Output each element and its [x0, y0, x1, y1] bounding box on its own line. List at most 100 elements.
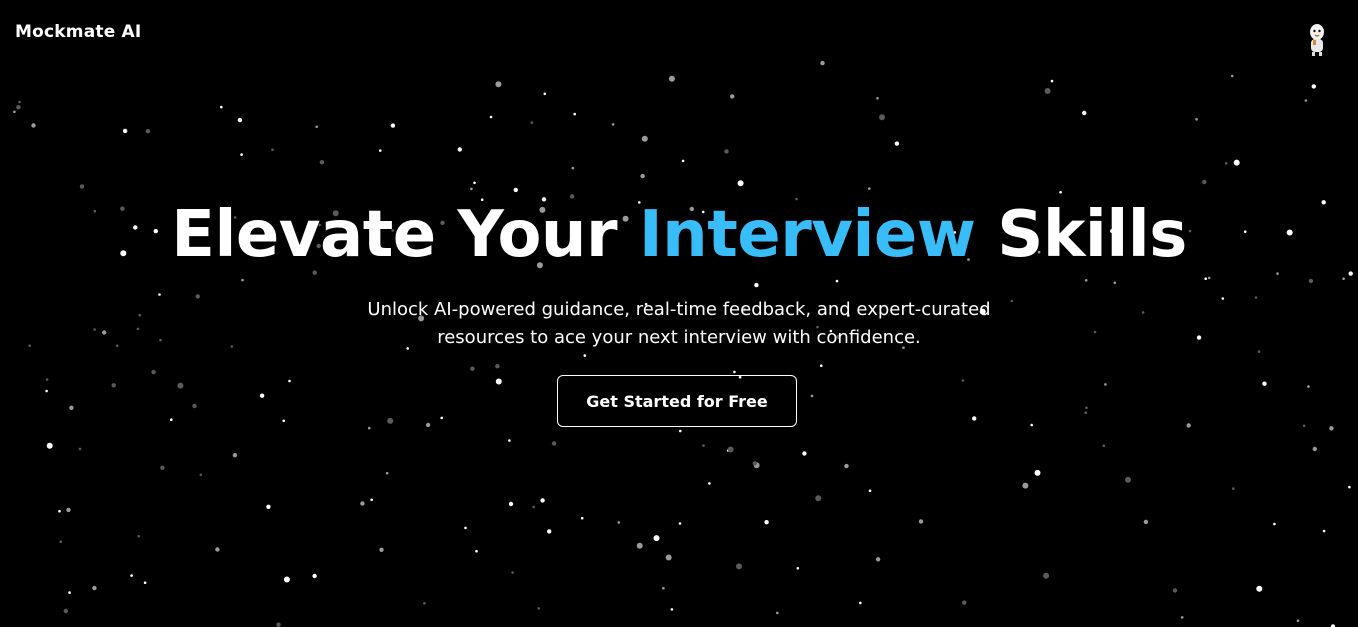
star-particle — [1230, 74, 1234, 78]
star-particle — [1233, 159, 1240, 166]
star-particle — [1307, 385, 1310, 388]
star-particle — [835, 279, 839, 283]
star-particle — [662, 586, 665, 590]
star-particle — [489, 115, 493, 119]
star-particle — [378, 149, 382, 152]
star-particle — [495, 378, 502, 385]
star-particle — [319, 160, 325, 165]
star-particle — [475, 549, 478, 553]
star-particle — [495, 364, 500, 369]
star-particle — [63, 608, 68, 614]
star-particle — [283, 576, 290, 583]
star-particle — [1022, 482, 1029, 489]
star-particle — [232, 453, 238, 458]
star-particle — [143, 581, 147, 584]
star-particle — [79, 184, 85, 189]
star-particle — [678, 522, 682, 525]
star-particle — [859, 601, 862, 605]
star-particle — [1104, 383, 1107, 386]
star-particle — [1256, 585, 1263, 592]
star-particle — [508, 439, 511, 442]
star-particle — [192, 403, 197, 409]
star-particle — [636, 542, 643, 549]
star-particle — [1329, 426, 1334, 431]
star-particle — [385, 471, 389, 475]
star-particle — [1084, 411, 1088, 415]
star-particle — [1195, 118, 1198, 121]
star-particle — [894, 141, 900, 146]
star-particle — [724, 149, 729, 154]
star-particle — [1044, 88, 1051, 94]
star-particle — [844, 463, 849, 469]
star-particle — [13, 110, 16, 114]
star-particle — [668, 75, 675, 82]
star-particle — [815, 495, 822, 502]
star-particle — [879, 114, 885, 121]
star-particle — [1085, 406, 1088, 410]
star-particle — [551, 441, 557, 446]
hero-title: Elevate Your Interview Skills — [0, 190, 1358, 280]
star-particle — [78, 447, 82, 451]
star-particle — [1034, 469, 1041, 476]
star-particle — [151, 369, 156, 375]
star-particle — [1172, 588, 1178, 593]
star-particle — [368, 426, 371, 430]
star-particle — [457, 147, 462, 152]
star-particle — [802, 451, 807, 456]
star-particle — [237, 117, 243, 123]
star-particle — [820, 364, 823, 368]
star-particle — [379, 547, 384, 552]
star-particle — [1030, 423, 1033, 427]
star-particle — [736, 563, 742, 570]
star-particle — [752, 461, 757, 466]
star-particle — [876, 97, 879, 100]
star-particle — [875, 557, 881, 562]
star-particle — [1186, 423, 1191, 428]
star-particle — [16, 105, 21, 110]
star-particle — [240, 153, 243, 156]
star-particle — [370, 498, 374, 502]
star-particle — [1082, 110, 1087, 116]
star-particle — [530, 121, 534, 124]
star-particle — [145, 129, 151, 134]
star-particle — [583, 354, 587, 357]
star-particle — [1050, 79, 1054, 83]
star-particle — [315, 125, 319, 129]
star-particle — [918, 519, 924, 524]
star-particle — [540, 498, 545, 503]
user-avatar-icon[interactable] — [1303, 20, 1331, 58]
star-particle — [312, 573, 317, 579]
star-particle — [681, 159, 685, 163]
star-particle — [266, 504, 271, 509]
star-particle — [387, 417, 394, 424]
star-particle — [611, 123, 615, 126]
star-particle — [31, 123, 36, 128]
landing-page: Mockmate AI Elevate Your Interview Skill… — [0, 0, 1358, 627]
star-particle — [59, 540, 63, 543]
star-particle — [111, 383, 116, 388]
star-particle — [390, 123, 396, 128]
star-particle — [1312, 446, 1318, 452]
get-started-button[interactable]: Get Started for Free — [557, 375, 797, 427]
star-particle — [730, 94, 735, 99]
star-particle — [727, 446, 734, 453]
star-particle — [972, 416, 977, 421]
star-particle — [259, 393, 265, 398]
star-particle — [670, 608, 674, 611]
star-particle — [122, 128, 128, 134]
star-particle — [679, 429, 682, 433]
star-particle — [776, 611, 779, 615]
star-particle — [18, 100, 21, 104]
star-particle — [962, 600, 967, 605]
star-particle — [276, 622, 281, 627]
star-particle — [46, 442, 53, 449]
star-particle — [511, 571, 514, 574]
star-particle — [617, 521, 621, 524]
star-particle — [1232, 487, 1235, 490]
hero-title-part1: Elevate Your — [171, 198, 639, 272]
star-particle — [1322, 529, 1326, 533]
star-particle — [1180, 616, 1184, 619]
star-particle — [199, 473, 203, 477]
star-particle — [1143, 519, 1149, 525]
brand-logo[interactable]: Mockmate AI — [15, 22, 141, 42]
